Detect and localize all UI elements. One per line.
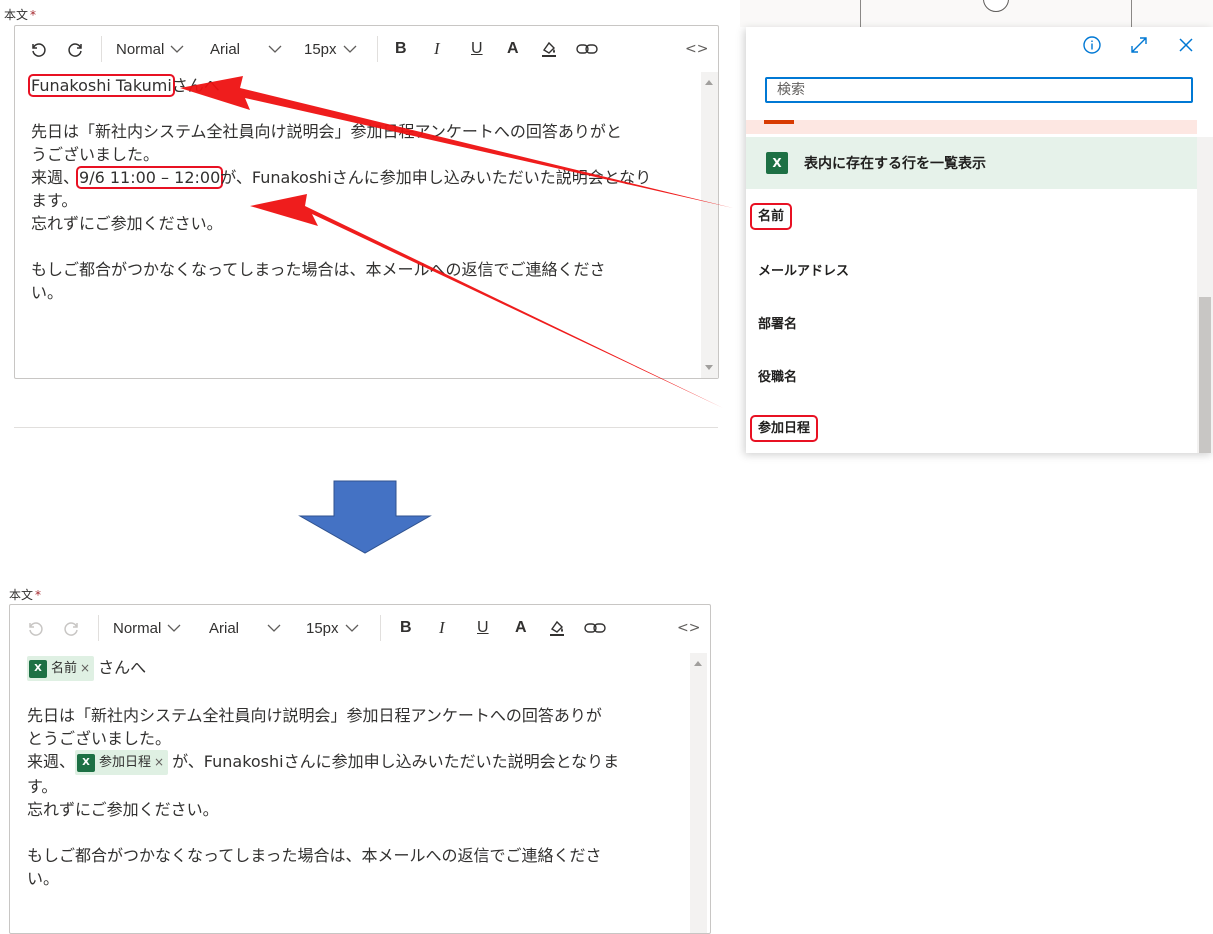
font-size-value: 15px — [306, 619, 339, 637]
link-icon[interactable] — [584, 615, 606, 641]
text-line: す。 — [27, 777, 58, 796]
bold-icon[interactable]: B — [400, 615, 412, 641]
font-family-dropdown[interactable]: Arial — [209, 615, 281, 641]
redo-icon[interactable] — [63, 615, 81, 641]
underline-icon[interactable]: U — [477, 615, 489, 641]
text-line: 先日は「新社内システム全社員向け説明会」参加日程アンケートへの回答ありが — [27, 706, 602, 725]
excel-icon: X — [77, 753, 96, 772]
paragraph-style-value: Normal — [113, 619, 162, 637]
token-label: 名前 — [51, 661, 78, 676]
required-mark: * — [35, 588, 42, 602]
text-line: が、Funakoshiさんに参加申し込みいただいた説明会となりま — [172, 752, 620, 771]
text-line: もしご都合がつかなくなってしまった場合は、本メールへの返信でご連絡くださ — [27, 846, 602, 865]
annotation-arrows — [180, 76, 733, 408]
field-label: 本文 * — [9, 586, 41, 603]
token-remove-icon[interactable]: × — [154, 751, 164, 774]
arrow-to-name — [180, 76, 733, 208]
highlight-color-icon[interactable] — [547, 615, 567, 641]
text-line: い。 — [27, 869, 60, 888]
chevron-down-icon — [167, 623, 181, 633]
toolbar-separator — [380, 615, 381, 641]
arrow-to-schedule — [250, 194, 723, 408]
schedule-line: 来週、 X 参加日程 × が、Funakoshiさんに参加申し込みいただいた説明会となり… — [27, 750, 692, 775]
code-view-icon[interactable]: <> — [677, 615, 700, 641]
editor-toolbar: Normal Arial 15px B I U A <> — [10, 605, 710, 651]
field-label-text: 本文 — [9, 588, 34, 602]
font-size-dropdown[interactable]: 15px — [306, 615, 359, 641]
editor-content[interactable]: X 名前 × さんへ 先日は「新社内システム全社員向け説明会」参加日程アンケートへの回… — [27, 656, 692, 890]
chevron-down-icon — [267, 623, 281, 633]
toolbar-separator — [98, 615, 99, 641]
editor-scrollbar[interactable] — [690, 653, 707, 933]
dynamic-token-name[interactable]: X 名前 × — [27, 656, 95, 681]
font-color-icon[interactable]: A — [515, 615, 527, 641]
chevron-down-icon — [345, 623, 359, 633]
dynamic-token-schedule[interactable]: X 参加日程 × — [75, 750, 169, 775]
down-arrow-icon — [298, 480, 432, 554]
text-line: とうございました。 — [27, 729, 172, 748]
token-label: 参加日程 — [99, 755, 152, 770]
text-line: 忘れずにご参加ください。 — [27, 800, 219, 819]
body-editor-after[interactable]: Normal Arial 15px B I U A <> X 名前 × さんへ 先日は… — [9, 604, 711, 934]
italic-icon[interactable]: I — [439, 615, 445, 641]
font-family-value: Arial — [209, 619, 240, 637]
greeting-line: X 名前 × さんへ — [27, 656, 692, 681]
scroll-up-icon[interactable] — [694, 661, 702, 666]
excel-icon: X — [29, 659, 47, 678]
paragraph-style-dropdown[interactable]: Normal — [113, 615, 181, 641]
token-remove-icon[interactable]: × — [80, 657, 90, 680]
undo-icon[interactable] — [26, 615, 44, 641]
greeting-suffix: さんへ — [98, 658, 147, 677]
line-prefix: 来週、 — [27, 752, 76, 771]
